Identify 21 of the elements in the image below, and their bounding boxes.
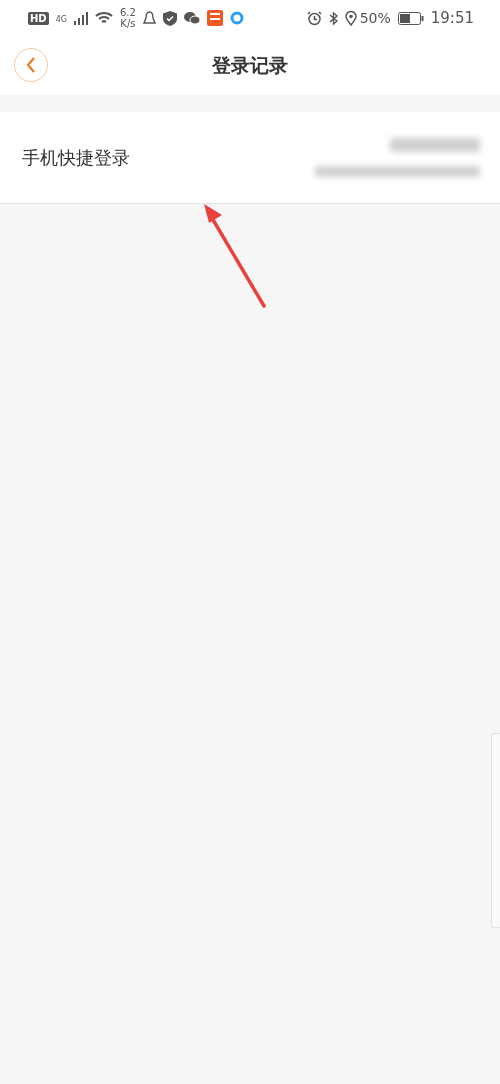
alarm-icon xyxy=(306,10,322,26)
location-icon xyxy=(344,10,357,26)
login-method: 手机快捷登录 xyxy=(22,145,130,170)
side-handle[interactable] xyxy=(491,733,500,928)
signal-icon xyxy=(73,11,88,25)
page-title: 登录记录 xyxy=(212,52,288,78)
speed-unit: K/s xyxy=(120,18,136,29)
battery-icon xyxy=(397,11,424,25)
battery-percent: 50% xyxy=(359,10,391,26)
app-icon xyxy=(206,10,223,26)
circle-app-icon xyxy=(229,11,244,25)
clock-time: 19:51 xyxy=(430,9,474,27)
chat-icon xyxy=(183,11,200,25)
back-icon xyxy=(26,57,36,73)
shield-icon xyxy=(162,10,177,26)
bluetooth-icon xyxy=(328,10,338,26)
network-type: 4G xyxy=(55,15,67,24)
back-button[interactable] xyxy=(14,48,48,82)
network-badge: HD xyxy=(28,11,49,25)
speed-value: 6.2 xyxy=(119,7,136,18)
wifi-icon xyxy=(94,11,113,25)
